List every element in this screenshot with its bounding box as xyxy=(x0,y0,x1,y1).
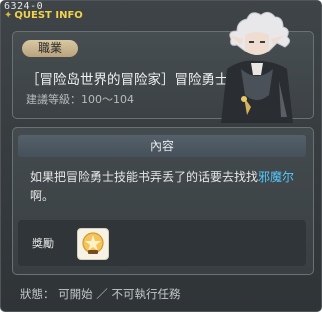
npc-name-link[interactable]: 邪魔尔 xyxy=(258,170,294,184)
skill-book-icon[interactable] xyxy=(77,228,109,260)
reward-row: 獎勵 xyxy=(18,220,306,266)
window-title-text: QUEST INFO xyxy=(14,10,83,21)
quest-status: 狀態： 可開始 ／ 不可執行任務 xyxy=(20,287,181,301)
skill-book-icon-graphic xyxy=(82,232,104,254)
quest-gear-icon: ✦ xyxy=(4,10,13,21)
content-panel: 內容 如果把冒险勇士技能书弄丢了的话要去找找邪魔尔啊。 獎勵 xyxy=(12,127,314,275)
npc-portrait-icon xyxy=(221,11,293,123)
description-text: 如果把冒险勇士技能书弄丢了的话要去找找 xyxy=(30,170,259,184)
job-badge: 職業 xyxy=(22,40,78,57)
recommended-level: 建議等級：100～104 xyxy=(26,93,134,106)
quest-info-window: 6324-0 ✦ QUEST INFO 職業 ［冒险岛世界的冒险家］冒险勇士技能 … xyxy=(0,0,322,312)
reward-label: 獎勵 xyxy=(32,237,54,250)
quest-description: 如果把冒险勇士技能书弄丢了的话要去找找邪魔尔啊。 xyxy=(30,168,302,206)
description-text-end: 啊。 xyxy=(30,189,55,203)
window-title: ✦ QUEST INFO xyxy=(4,10,83,21)
content-header: 內容 xyxy=(18,135,306,157)
